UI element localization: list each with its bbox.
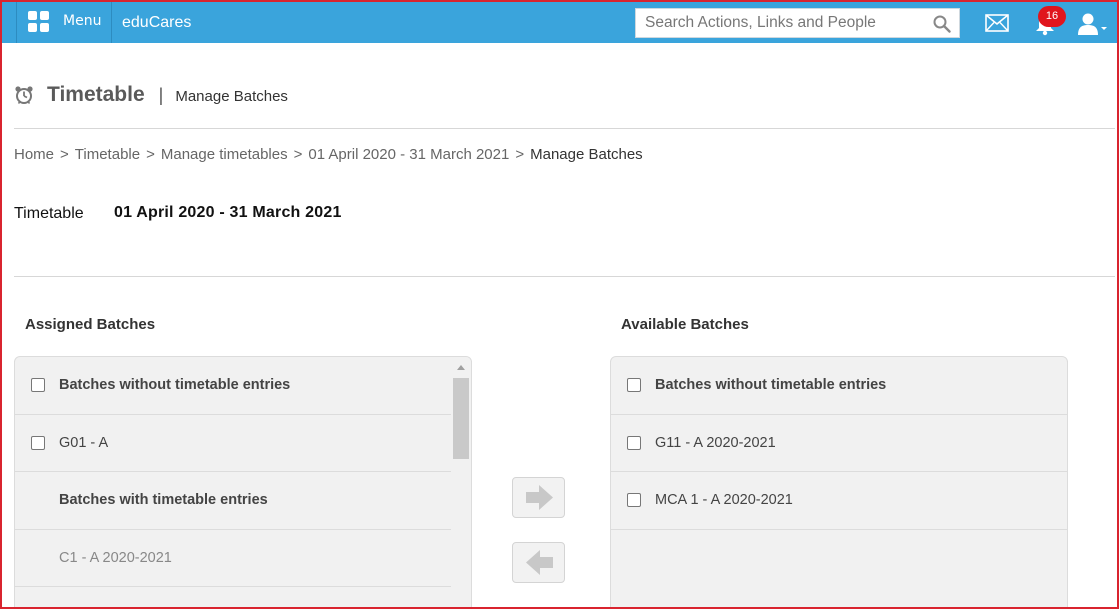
search-box <box>635 8 960 38</box>
title-separator: | <box>158 84 164 105</box>
breadcrumb-home[interactable]: Home <box>14 146 54 163</box>
list-group-header: Batches with timetable entries <box>15 472 451 530</box>
list-item[interactable]: G01 - A <box>15 415 451 472</box>
mail-icon[interactable] <box>985 14 1009 32</box>
page-title: Timetable <box>47 83 145 106</box>
list-item[interactable]: G11 - A 2020-2021 <box>611 415 1067 472</box>
list-scrollbar[interactable] <box>451 357 471 608</box>
arrow-left-icon <box>526 550 553 575</box>
divider <box>14 128 1115 129</box>
batch-label: G11 - A 2020-2021 <box>655 434 776 451</box>
grid-icon <box>28 11 50 33</box>
breadcrumb-timetable-period[interactable]: 01 April 2020 - 31 March 2021 <box>308 146 509 163</box>
move-left-button[interactable] <box>512 542 565 583</box>
menu-button[interactable]: Menu <box>16 2 112 43</box>
breadcrumb-separator: > <box>146 146 155 163</box>
brand-name[interactable]: eduCares <box>122 14 191 32</box>
breadcrumb-separator: > <box>60 146 69 163</box>
batch-checkbox[interactable] <box>627 493 641 508</box>
batch-label: MCA 1 - A 2020-2021 <box>655 492 793 509</box>
available-batches-list[interactable]: Batches without timetable entries G11 - … <box>610 356 1068 609</box>
scroll-thumb[interactable] <box>453 378 469 459</box>
breadcrumb-timetable[interactable]: Timetable <box>75 146 140 163</box>
assigned-batches-list[interactable]: Batches without timetable entries G01 - … <box>14 356 472 609</box>
list-item[interactable]: MCA 1 - A 2020-2021 <box>611 472 1067 530</box>
breadcrumb-current: Manage Batches <box>530 146 643 163</box>
menu-label: Menu <box>63 13 102 29</box>
user-icon[interactable] <box>1077 12 1109 36</box>
divider <box>14 276 1115 277</box>
page-subtitle: Manage Batches <box>175 88 288 105</box>
move-right-button[interactable] <box>512 477 565 518</box>
breadcrumb-separator: > <box>515 146 525 163</box>
search-input[interactable] <box>636 9 926 37</box>
notification-badge: 16 <box>1038 6 1066 27</box>
list-group-label: Batches without timetable entries <box>655 377 887 394</box>
search-icon[interactable] <box>933 15 951 33</box>
breadcrumb: Home > Timetable > Manage timetables >01 Apri… <box>14 146 643 163</box>
batch-label: G01 - A <box>59 434 109 451</box>
timetable-label: Timetable <box>14 205 84 222</box>
breadcrumb-separator: > <box>293 146 303 163</box>
list-group-header[interactable]: Batches without timetable entries <box>15 357 451 415</box>
select-group-checkbox[interactable] <box>627 378 641 393</box>
alarm-clock-icon <box>15 86 33 104</box>
list-item: C1 - A 2020-2021 <box>15 530 451 587</box>
arrow-right-icon <box>526 485 553 510</box>
batch-checkbox[interactable] <box>31 435 45 450</box>
top-bar: Menu eduCares 16 <box>2 2 1117 43</box>
available-batches-title: Available Batches <box>621 316 749 333</box>
page-header: Timetable | Manage Batches <box>14 80 288 110</box>
batch-label: C1 - A 2020-2021 <box>59 549 172 566</box>
list-group-label: Batches with timetable entries <box>59 492 268 509</box>
timetable-value: 01 April 2020 - 31 March 2021 <box>114 204 342 221</box>
scroll-up-arrow-icon[interactable] <box>457 365 465 370</box>
list-group-label: Batches without timetable entries <box>59 377 291 394</box>
select-group-checkbox[interactable] <box>31 378 45 393</box>
breadcrumb-manage-timetables[interactable]: Manage timetables <box>161 146 288 163</box>
batch-checkbox[interactable] <box>627 435 641 450</box>
assigned-batches-title: Assigned Batches <box>25 316 156 333</box>
list-group-header[interactable]: Batches without timetable entries <box>611 357 1067 415</box>
